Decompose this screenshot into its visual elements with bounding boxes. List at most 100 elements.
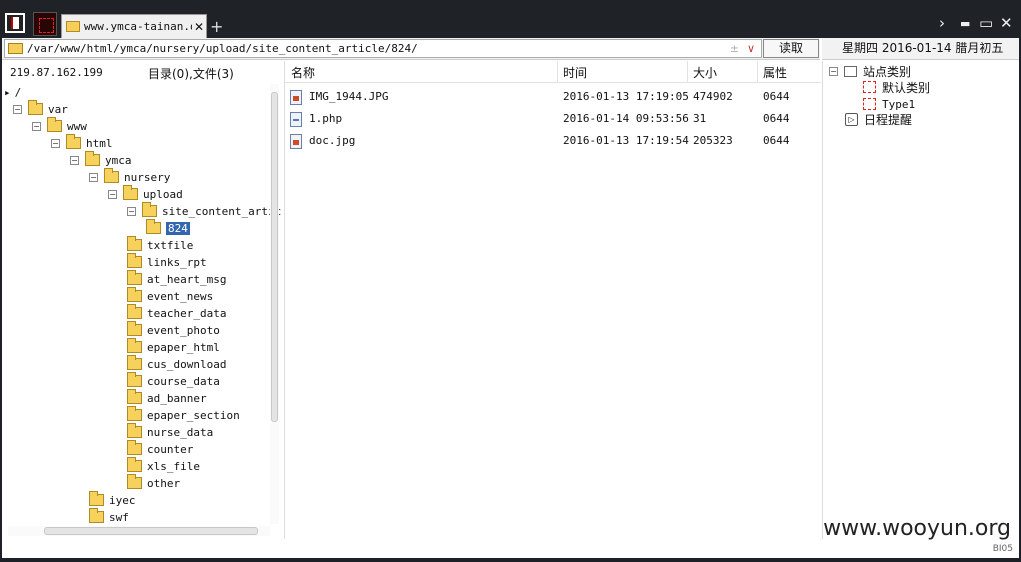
expand-toggle[interactable]: − [13, 104, 22, 114]
column-attr[interactable]: 属性 [763, 64, 787, 81]
read-button[interactable]: 读取 [763, 39, 819, 58]
tree-node[interactable]: iyec [89, 491, 136, 508]
folder-icon [66, 134, 81, 149]
tree-node[interactable]: xls_file [127, 457, 200, 474]
tree-node[interactable]: − upload [108, 185, 183, 202]
site-icon [844, 65, 857, 77]
tree-node[interactable]: counter [127, 440, 193, 457]
expand-toggle[interactable]: − [108, 189, 117, 199]
tab-title: www.ymca-tainan.o... [84, 20, 192, 33]
tree-node[interactable]: epaper_section [127, 406, 240, 423]
tree-node[interactable]: course_data [127, 372, 220, 389]
file-row[interactable]: doc.jpg 2016-01-13 17:19:54 205323 0644 [285, 129, 821, 151]
expand-toggle[interactable]: − [51, 138, 60, 148]
corner-label: BI05 [992, 544, 1013, 554]
file-time: 2016-01-14 09:53:56 [563, 112, 689, 125]
tree-node-label: other [147, 476, 181, 490]
folder-icon [89, 491, 104, 506]
folder-icon [127, 338, 142, 353]
tree-node-label: www [67, 119, 87, 133]
tree-node[interactable]: cus_download [127, 355, 227, 372]
tree-node[interactable]: teacher_data [127, 304, 226, 321]
tree-node-label: event_photo [147, 323, 220, 337]
column-name[interactable]: 名称 [291, 64, 315, 81]
tree-node[interactable]: txtfile [127, 236, 194, 253]
path-bar: /var/www/html/ymca/nursery/upload/site_c… [2, 38, 820, 60]
chevron-right-icon[interactable]: › [939, 14, 945, 32]
app-logo-icon[interactable] [5, 13, 25, 33]
tree-node-label: var [48, 102, 68, 116]
plus-minus-icon[interactable]: ± [730, 42, 739, 55]
close-button[interactable]: ✕ [1000, 14, 1013, 32]
file-size: 205323 [693, 134, 733, 147]
site-panel: − 站点类别 默认类别 Type1 ▷ 日程提醒 [822, 61, 1019, 539]
scroll-thumb[interactable] [271, 92, 278, 422]
schedule-reminder[interactable]: ▷ 日程提醒 [845, 111, 912, 127]
tree-node[interactable]: − ymca [70, 151, 132, 168]
column-time[interactable]: 时间 [563, 64, 587, 81]
tree-node-label: at_heart_msg [147, 272, 227, 286]
folder-icon [89, 508, 104, 523]
file-attr: 0644 [763, 134, 790, 147]
tree-node[interactable]: − site_content_article [127, 202, 282, 219]
file-list-header: 名称 时间 大小 属性 [285, 61, 821, 83]
file-list: 名称 时间 大小 属性 IMG_1944.JPG 2016-01-13 17:19… [284, 61, 821, 539]
tree-node[interactable]: − var [13, 100, 68, 117]
folder-icon [104, 168, 119, 183]
tree-node-label: nurse_data [147, 425, 214, 439]
tree-node[interactable]: swf [89, 508, 129, 525]
file-name: 1.php [309, 112, 343, 125]
tree-node[interactable]: links_rpt [127, 253, 207, 270]
category-icon [863, 98, 876, 110]
site-category-default[interactable]: 默认类别 [863, 79, 930, 95]
tree-vertical-scrollbar[interactable] [270, 84, 279, 524]
folder-tab-icon [66, 21, 80, 32]
folder-icon [28, 100, 43, 115]
tab-active[interactable]: www.ymca-tainan.o... ✕ [61, 14, 207, 38]
tree-node-label: epaper_html [147, 340, 220, 354]
tree-node-label: links_rpt [147, 255, 207, 269]
scroll-thumb[interactable] [44, 527, 258, 535]
path-input[interactable]: /var/www/html/ymca/nursery/upload/site_c… [4, 39, 762, 58]
tree-node-label: cus_download [147, 357, 227, 371]
category-label: Type1 [882, 97, 916, 111]
minimize-button[interactable]: ▬ [960, 17, 970, 30]
file-name: IMG_1944.JPG [309, 90, 389, 103]
site-category-root[interactable]: − 站点类别 [829, 63, 911, 79]
tree-node[interactable]: ad_banner [127, 389, 207, 406]
chevron-down-icon[interactable]: ∨ [747, 42, 755, 55]
tree-node[interactable]: epaper_html [127, 338, 220, 355]
expand-toggle[interactable]: − [89, 172, 98, 182]
tree-node[interactable]: ▸ / [4, 84, 21, 100]
folder-icon [127, 355, 142, 370]
tree-node[interactable]: event_news [127, 287, 213, 304]
file-row[interactable]: 1.php 2016-01-14 09:53:56 31 0644 [285, 107, 821, 129]
folder-icon [127, 304, 142, 319]
file-row[interactable]: IMG_1944.JPG 2016-01-13 17:19:05 474902 064… [285, 85, 821, 107]
tree-node[interactable]: at_heart_msg [127, 270, 227, 287]
collapse-toggle[interactable]: − [829, 66, 838, 76]
tree-node[interactable]: − nursery [89, 168, 170, 185]
tree-node[interactable]: − html [51, 134, 113, 151]
tree-node[interactable]: nurse_data [127, 423, 214, 440]
column-size[interactable]: 大小 [693, 64, 717, 81]
tree-node[interactable]: 824 [146, 219, 190, 236]
maximize-button[interactable]: ▭ [979, 14, 993, 32]
tree-horizontal-scrollbar[interactable] [8, 526, 270, 536]
tree-node[interactable]: event_photo [127, 321, 220, 338]
tree-node-label: / [14, 85, 22, 99]
expand-toggle[interactable]: − [127, 206, 136, 216]
tree-node-label: epaper_section [147, 408, 240, 422]
tree-node-label: txtfile [147, 238, 194, 252]
tree-node[interactable]: other [127, 474, 181, 491]
expand-toggle[interactable]: − [32, 121, 41, 131]
php-file-icon [290, 112, 302, 127]
expand-toggle[interactable]: − [70, 155, 79, 165]
tab-close-icon[interactable]: ✕ [194, 20, 204, 34]
folder-icon [47, 117, 62, 132]
new-tab-button[interactable]: + [210, 17, 223, 36]
app-menu-icon[interactable] [33, 12, 57, 36]
file-time: 2016-01-13 17:19:54 [563, 134, 689, 147]
file-name: doc.jpg [309, 134, 356, 147]
tree-node[interactable]: − www [32, 117, 87, 134]
